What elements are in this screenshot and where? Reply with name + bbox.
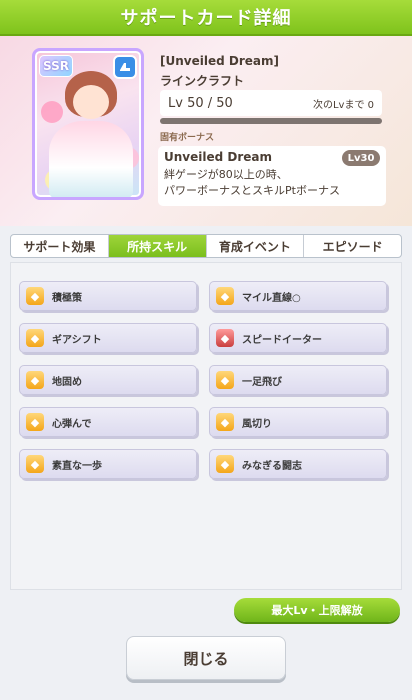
card-info-panel: SSR [Unveiled Dream] ラインクラフト Lv 50 / 50 … — [0, 36, 412, 226]
gold-skill-icon: ◆ — [26, 455, 44, 473]
skill-item[interactable]: ◆ 積極策 — [19, 281, 197, 311]
character-face — [73, 85, 109, 119]
level-progress-bar — [160, 118, 382, 124]
skill-label: 一足飛び — [242, 376, 282, 388]
skill-label: スピードイーター — [242, 334, 322, 346]
max-level-unlock-button[interactable]: 最大Lv・上限解放 — [234, 598, 400, 622]
bonus-desc-line1: 絆ゲージが80以上の時、 — [164, 168, 288, 181]
card-title: [Unveiled Dream] — [160, 54, 279, 68]
gold-skill-icon: ◆ — [216, 413, 234, 431]
skill-item[interactable]: ◆ 風切り — [209, 407, 387, 437]
skill-label: ギアシフト — [52, 334, 102, 346]
rarity-badge: SSR — [39, 55, 73, 77]
gold-skill-icon: ◆ — [26, 413, 44, 431]
tab-owned-skills[interactable]: 所持スキル — [108, 235, 207, 257]
skill-label: 積極策 — [52, 292, 82, 304]
tab-episode[interactable]: エピソード — [304, 235, 401, 257]
bonus-desc-line2: パワーボーナスとスキルPtボーナス — [164, 184, 340, 197]
next-level-text: 次のLvまで 0 — [312, 99, 374, 111]
bonus-level-badge: Lv30 — [342, 150, 380, 166]
gold-skill-icon: ◆ — [26, 371, 44, 389]
unique-bonus-box: Unveiled Dream Lv30 絆ゲージが80以上の時、 パワーボーナス… — [158, 146, 386, 206]
skill-item[interactable]: ◆ 素直な一歩 — [19, 449, 197, 479]
skill-item[interactable]: ◆ みなぎる闘志 — [209, 449, 387, 479]
tab-support-effect[interactable]: サポート効果 — [11, 235, 109, 257]
skill-label: みなぎる闘志 — [242, 460, 302, 472]
skill-item[interactable]: ◆ 地固め — [19, 365, 197, 395]
gold-skill-icon: ◆ — [216, 287, 234, 305]
flower-decoration — [41, 101, 63, 123]
skill-label: 地固め — [52, 376, 82, 388]
detail-tabs: サポート効果 所持スキル 育成イベント エピソード — [10, 234, 402, 258]
bonus-description: 絆ゲージが80以上の時、 パワーボーナスとスキルPtボーナス — [164, 167, 380, 199]
skill-label: 素直な一歩 — [52, 460, 102, 472]
skill-item[interactable]: ◆ 一足飛び — [209, 365, 387, 395]
red-skill-icon: ◆ — [216, 329, 234, 347]
skill-label: 心弾んで — [52, 418, 92, 430]
level-display: Lv 50 / 50 次のLvまで 0 — [160, 90, 382, 116]
header-bar: サポートカード詳細 — [0, 0, 412, 36]
skill-item[interactable]: ◆ スピードイーター — [209, 323, 387, 353]
character-dress — [49, 121, 133, 197]
skill-item[interactable]: ◆ 心弾んで — [19, 407, 197, 437]
gold-skill-icon: ◆ — [26, 329, 44, 347]
unique-bonus-label: 固有ボーナス — [160, 133, 215, 143]
tab-training-events[interactable]: 育成イベント — [207, 235, 305, 257]
skill-item[interactable]: ◆ マイル直線○ — [209, 281, 387, 311]
skill-item[interactable]: ◆ ギアシフト — [19, 323, 197, 353]
skill-label: 風切り — [242, 418, 272, 430]
close-button[interactable]: 閉じる — [126, 636, 286, 680]
gold-skill-icon: ◆ — [216, 455, 234, 473]
gold-skill-icon: ◆ — [26, 287, 44, 305]
skills-list: ◆ 積極策 ◆ マイル直線○ ◆ ギアシフト ◆ スピードイーター ◆ 地固め … — [10, 262, 402, 590]
gold-skill-icon: ◆ — [216, 371, 234, 389]
page-title: サポートカード詳細 — [120, 8, 292, 29]
support-card-image[interactable]: SSR — [32, 48, 144, 200]
speed-type-icon — [113, 55, 137, 79]
level-text: Lv 50 / 50 — [168, 95, 233, 111]
skill-label: マイル直線○ — [242, 292, 301, 304]
character-name: ラインクラフト — [160, 74, 245, 88]
